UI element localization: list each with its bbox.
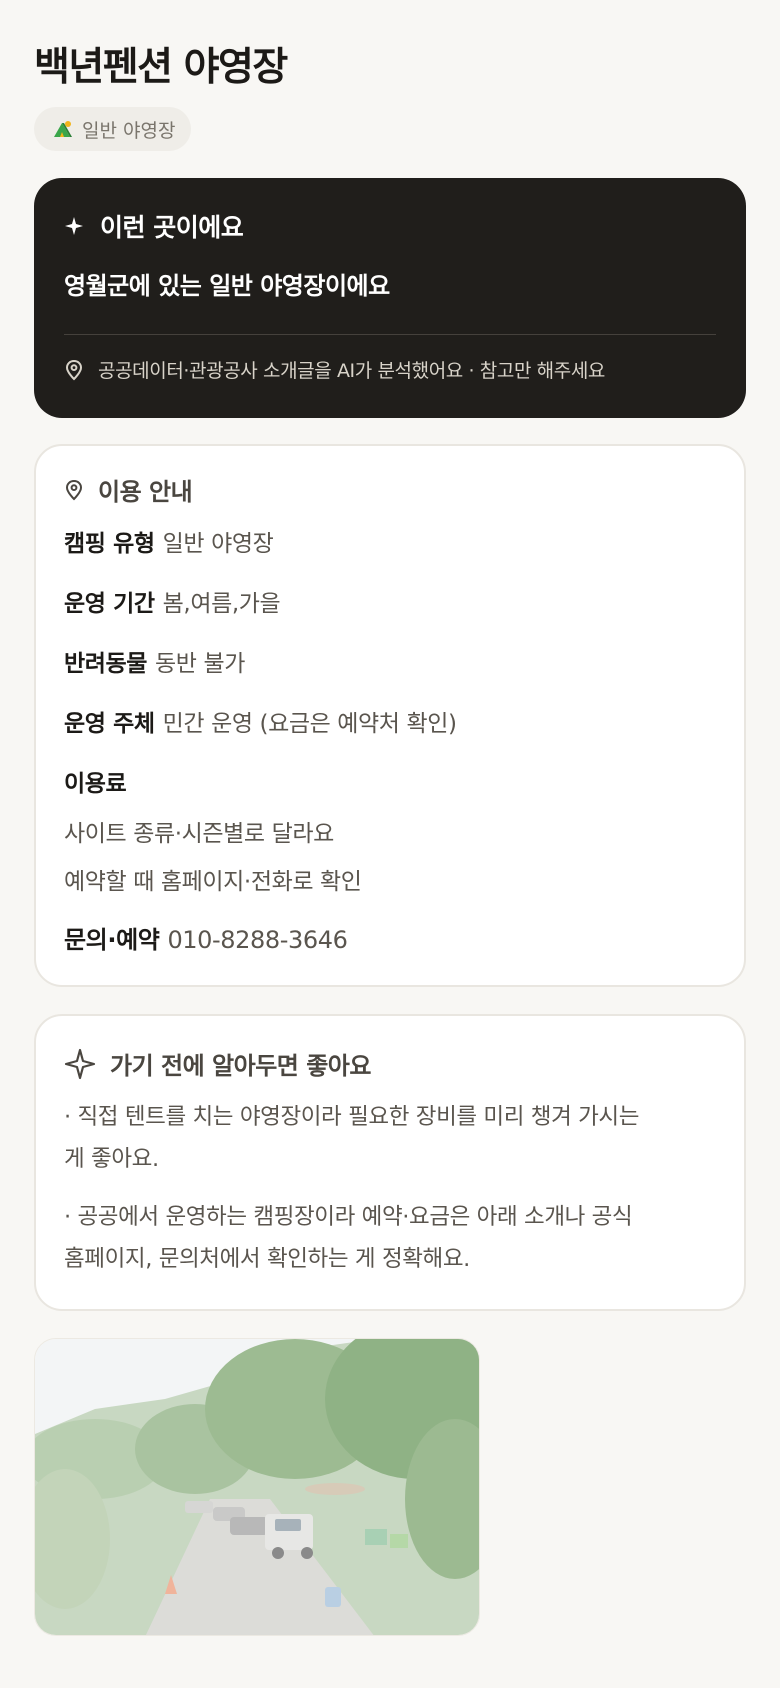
sparkle-outline-icon <box>64 1048 96 1079</box>
fee-line-2: 예약할 때 홈페이지·전화로 확인 <box>64 869 362 895</box>
tips-heading-label: 가기 전에 알아두면 좋아요 <box>110 1052 371 1080</box>
camping-type-tag: 일반 야영장 <box>34 107 192 151</box>
campsite-photo-image <box>35 1339 479 1635</box>
ai-summary-heading-label: 이런 곳이에요 <box>100 213 244 242</box>
pets-value: 동반 불가 <box>155 651 245 677</box>
tent-icon <box>54 121 72 137</box>
operator-label: 운영 주체 <box>64 711 155 737</box>
pets-label: 반려동물 <box>64 651 148 677</box>
page-title: 백년펜션 야영장 <box>34 45 288 90</box>
ai-disclaimer-text: 공공데이터·관광공사 소개글을 AI가 분석했어요 · 참고만 해주세요 <box>98 360 605 382</box>
tips-card: 가기 전에 알아두면 좋아요 · 직접 텐트를 치는 야영장이라 필요한 장비를… <box>34 1014 746 1311</box>
tip-1-line-1: · 직접 텐트를 치는 야영장이라 필요한 장비를 미리 챙겨 가시는 <box>64 1104 640 1130</box>
tips-heading: 가기 전에 알아두면 좋아요 <box>64 1046 371 1081</box>
camping-type-label: 캠핑 유형 <box>64 531 155 557</box>
campsite-photo[interactable] <box>34 1338 480 1636</box>
usage-info-heading: 이용 안내 <box>64 472 193 507</box>
contact-label: 문의·예약 <box>64 926 160 954</box>
usage-info-card: 이용 안내 캠핑 유형 일반 야영장 운영 기간 봄,여름,가을 반려동물 동반 불가… <box>34 444 746 987</box>
usage-info-heading-label: 이용 안내 <box>98 478 193 506</box>
operator-row: 운영 주체 민간 운영 (요금은 예약처 확인) <box>64 704 720 738</box>
ai-summary-card: 이런 곳이에요 영월군에 있는 일반 야영장이에요 공공데이터·관광공사 소개글… <box>34 178 746 418</box>
location-pin-icon <box>65 359 83 380</box>
contact-phone-link[interactable]: 010-8288-3646 <box>167 926 347 954</box>
location-pin-icon <box>65 479 83 500</box>
tag-label: 일반 야영장 <box>82 119 176 142</box>
tip-1: · 직접 텐트를 치는 야영장이라 필요한 장비를 미리 챙겨 가시는 게 좋아… <box>64 1096 704 1180</box>
ai-disclaimer: 공공데이터·관광공사 소개글을 AI가 분석했어요 · 참고만 해주세요 <box>64 356 605 383</box>
tip-2-line-2: 홈페이지, 문의처에서 확인하는 게 정확해요. <box>64 1246 470 1272</box>
tip-2-line-1: · 공공에서 운영하는 캠핑장이라 예약·요금은 아래 소개나 공식 <box>64 1204 633 1230</box>
season-label: 운영 기간 <box>64 591 155 617</box>
fee-line-1: 사이트 종류·시즌별로 달라요 <box>64 821 334 847</box>
divider <box>64 334 716 335</box>
tip-2: · 공공에서 운영하는 캠핑장이라 예약·요금은 아래 소개나 공식 홈페이지,… <box>64 1196 704 1280</box>
ai-summary-text: 영월군에 있는 일반 야영장이에요 <box>64 272 390 300</box>
camping-type-value: 일반 야영장 <box>162 531 274 557</box>
contact-row: 문의·예약 010-8288-3646 <box>64 920 720 955</box>
sparkle-icon <box>65 217 83 235</box>
fee-label: 이용료 <box>64 771 127 797</box>
season-row: 운영 기간 봄,여름,가을 <box>64 584 720 618</box>
operator-value: 민간 운영 (요금은 예약처 확인) <box>162 711 457 737</box>
camping-type-row: 캠핑 유형 일반 야영장 <box>64 524 720 558</box>
season-value: 봄,여름,가을 <box>162 591 281 617</box>
tip-1-line-2: 게 좋아요. <box>64 1146 159 1172</box>
pets-row: 반려동물 동반 불가 <box>64 644 720 678</box>
ai-summary-heading: 이런 곳이에요 <box>64 208 244 244</box>
